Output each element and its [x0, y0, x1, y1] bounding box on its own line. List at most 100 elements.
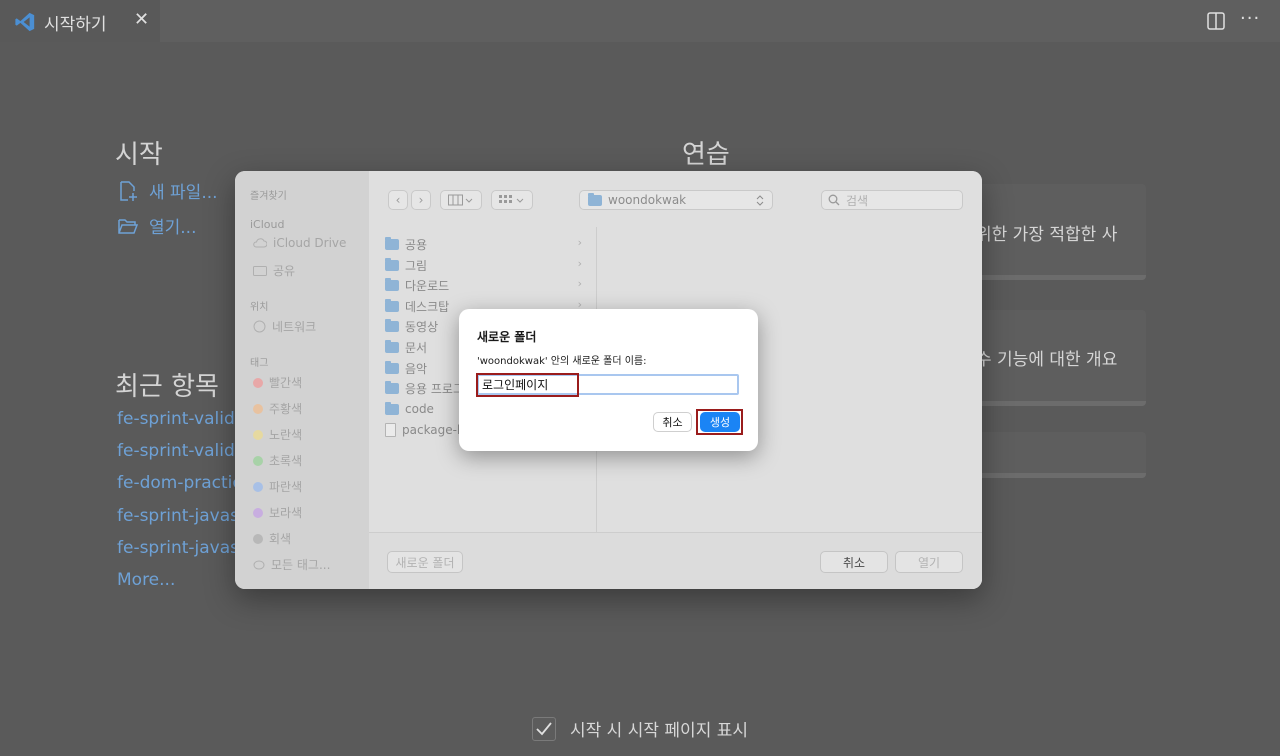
finder-search[interactable]: 검색: [821, 190, 963, 210]
walkthrough-progress: [960, 275, 1146, 280]
folder-icon: [385, 401, 399, 415]
sidebar-item-label: iCloud Drive: [273, 236, 347, 250]
chevron-right-icon: ›: [577, 236, 582, 249]
recent-item[interactable]: fe-sprint-javas: [117, 538, 239, 558]
sidebar-item-label: 초록색: [269, 454, 303, 468]
folder-icon: [385, 298, 399, 312]
sidebar-item-network[interactable]: 네트워크: [253, 318, 316, 335]
list-item[interactable]: 공용 ›: [385, 234, 590, 254]
sidebar-tag-green[interactable]: 초록색: [253, 452, 302, 469]
sidebar-item-label: 주황색: [269, 402, 303, 416]
close-icon[interactable]: ✕: [134, 9, 149, 30]
sidebar-tag-yellow[interactable]: 노란색: [253, 426, 302, 443]
view-mode-button[interactable]: [440, 190, 482, 210]
checkmark-icon: [536, 721, 552, 735]
list-item[interactable]: 그림 ›: [385, 255, 590, 275]
chevron-right-icon: ›: [577, 257, 582, 270]
show-on-startup-label: 시작 시 시작 페이지 표시: [570, 721, 749, 741]
start-section-title: 시작: [115, 140, 163, 170]
tag-dot-icon: [253, 429, 263, 440]
walkthrough-card[interactable]: 위한 가장 적합한 사: [960, 184, 1146, 280]
welcome-tab[interactable]: 시작하기 ✕: [0, 0, 160, 42]
walkthrough-section-title: 연습: [682, 140, 730, 170]
grid-view-icon: [499, 195, 524, 203]
tags-icon: [253, 560, 265, 569]
sidebar-all-tags[interactable]: 모든 태그...: [253, 556, 330, 573]
chevron-right-icon: ›: [418, 193, 424, 207]
updown-chevron-icon: [756, 195, 764, 206]
new-file-link[interactable]: 새 파일...: [117, 178, 218, 203]
location-name: woondokwak: [608, 193, 687, 207]
tag-dot-icon: [253, 507, 263, 518]
list-item[interactable]: 다운로드 ›: [385, 275, 590, 295]
search-icon: [828, 194, 840, 206]
recent-more-link[interactable]: More...: [117, 570, 175, 590]
item-name: 다운로드: [405, 278, 450, 293]
sidebar-item-label: 빨간색: [269, 376, 303, 390]
sidebar-item-icloud-drive[interactable]: iCloud Drive: [253, 236, 346, 250]
recent-section-title: 최근 항목: [115, 372, 219, 402]
recent-item[interactable]: fe-sprint-valida: [117, 409, 245, 429]
sidebar-tag-blue[interactable]: 파란색: [253, 478, 302, 495]
sidebar-tag-gray[interactable]: 회색: [253, 530, 291, 547]
sidebar-item-label: 보라색: [269, 506, 303, 520]
location-selector[interactable]: woondokwak: [579, 190, 773, 210]
more-actions-icon[interactable]: ···: [1240, 8, 1260, 29]
sidebar-tag-purple[interactable]: 보라색: [253, 504, 302, 521]
open-button[interactable]: 열기: [895, 551, 963, 573]
folder-open-icon: [118, 218, 139, 234]
search-placeholder: 검색: [846, 193, 869, 208]
sidebar-tag-orange[interactable]: 주황색: [253, 400, 302, 417]
sidebar-item-label: 회색: [269, 532, 292, 546]
sidebar-group-tags: 태그: [250, 358, 269, 369]
recent-item[interactable]: fe-dom-practic: [117, 473, 242, 493]
tag-dot-icon: [253, 481, 263, 492]
walkthrough-title: 위한 가장 적합한 사: [976, 225, 1118, 245]
vscode-logo-icon: [15, 12, 35, 32]
create-button[interactable]: 생성: [700, 412, 740, 432]
split-editor-icon[interactable]: [1206, 11, 1226, 31]
tag-dot-icon: [253, 455, 263, 466]
group-button[interactable]: [491, 190, 533, 210]
tag-dot-icon: [253, 533, 263, 544]
folder-icon: [385, 277, 399, 291]
sidebar-tag-red[interactable]: 빨간색: [253, 374, 302, 391]
sidebar-item-label: 공유: [273, 264, 296, 278]
new-folder-button[interactable]: 새로운 폴더: [387, 551, 463, 573]
file-icon: [385, 423, 396, 437]
editor-tab-bar: 시작하기 ✕ ···: [0, 0, 1280, 42]
forward-button[interactable]: ›: [411, 190, 431, 210]
tab-title: 시작하기: [44, 15, 107, 35]
tag-dot-icon: [253, 403, 263, 414]
show-on-startup[interactable]: 시작 시 시작 페이지 표시: [532, 716, 748, 741]
column-view-icon: [448, 194, 473, 206]
sidebar-group-locations: 위치: [250, 302, 269, 313]
item-name: 데스크탑: [405, 299, 450, 314]
item-name: 응용 프로그: [405, 381, 465, 396]
dialog-cancel-button[interactable]: 취소: [653, 412, 692, 432]
back-button[interactable]: ‹: [388, 190, 408, 210]
folder-icon: [385, 380, 399, 394]
walkthrough-card[interactable]: 수 기능에 대한 개요: [960, 310, 1146, 406]
sidebar-item-shared[interactable]: 공유: [253, 262, 295, 279]
folder-icon: [588, 192, 602, 206]
folder-icon: [385, 257, 399, 271]
tag-dot-icon: [253, 377, 263, 388]
walkthrough-card[interactable]: [960, 432, 1146, 478]
finder-bottom-bar: 새로운 폴더 취소 열기: [369, 532, 982, 589]
new-file-label: 새 파일...: [149, 183, 218, 203]
shared-folder-icon: [253, 266, 267, 276]
folder-icon: [385, 236, 399, 250]
item-name: package-l: [402, 423, 461, 437]
folder-icon: [385, 360, 399, 374]
item-name: 동영상: [405, 319, 439, 334]
show-on-startup-checkbox[interactable]: [532, 716, 556, 741]
dialog-title: 새로운 폴더: [477, 330, 537, 344]
recent-item[interactable]: fe-sprint-valida: [117, 441, 245, 461]
recent-item[interactable]: fe-sprint-javas: [117, 506, 239, 526]
folder-name-input[interactable]: 로그인페이지: [477, 374, 739, 395]
open-folder-link[interactable]: 열기...: [117, 213, 197, 238]
walkthrough-title: 수 기능에 대한 개요: [976, 350, 1118, 370]
new-file-icon: [120, 180, 137, 201]
cancel-button[interactable]: 취소: [820, 551, 888, 573]
